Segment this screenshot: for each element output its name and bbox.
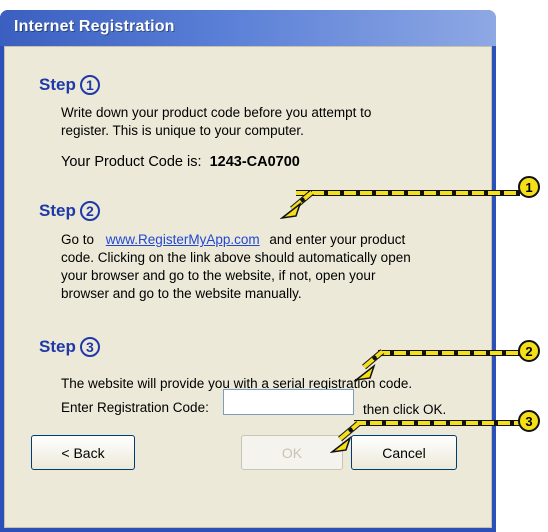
step1-number: 1 <box>79 75 100 95</box>
callout-marker-2: 2 <box>518 340 540 362</box>
callout-arrowhead-3 <box>330 436 352 454</box>
step1-line1: Write down your product code before you … <box>61 105 372 120</box>
registration-code-label: Enter Registration Code: <box>61 400 209 415</box>
callout-arrowhead-2 <box>354 364 376 382</box>
title-bar[interactable]: Internet Registration <box>0 10 496 46</box>
callout-line-1 <box>296 190 520 196</box>
step3-number: 3 <box>79 337 100 357</box>
step2-line4: browser and go to the website manually. <box>61 286 302 301</box>
dialog-body: Step 1 Write down your product code befo… <box>4 46 492 528</box>
ok-button[interactable]: OK <box>241 435 343 470</box>
cancel-button[interactable]: Cancel <box>351 435 457 470</box>
step3-label: Step <box>39 337 76 356</box>
window-title: Internet Registration <box>14 18 175 35</box>
product-code-label: Your Product Code is: <box>61 154 202 170</box>
back-button[interactable]: < Back <box>31 435 135 470</box>
step2-line1: Go to www.RegisterMyApp.com and enter yo… <box>61 231 405 249</box>
step3-heading: Step 3 <box>39 337 100 357</box>
product-code-value: 1243-CA0700 <box>209 154 300 170</box>
product-code-row: Your Product Code is: 1243-CA0700 <box>61 153 300 171</box>
callout-arrowhead-1 <box>280 202 302 220</box>
step1-label: Step <box>39 75 76 94</box>
step1-line2: register. This is unique to your compute… <box>61 123 304 138</box>
step2-line3: your browser and go to the website, if n… <box>61 268 376 283</box>
step2-label: Step <box>39 201 76 220</box>
callout-line-2 <box>378 350 520 356</box>
callout-marker-1: 1 <box>518 176 540 198</box>
callout-line-3 <box>354 420 520 426</box>
step2-heading: Step 2 <box>39 201 100 221</box>
step3-after-input: then click OK. <box>363 402 447 417</box>
register-link[interactable]: www.RegisterMyApp.com <box>106 232 260 247</box>
step2-goto-text: Go to <box>61 232 95 247</box>
step2-after-link: and enter your product <box>269 232 406 247</box>
callout-marker-3: 3 <box>518 410 540 432</box>
registration-code-input[interactable] <box>223 389 354 415</box>
step1-heading: Step 1 <box>39 75 100 95</box>
registration-dialog: Internet Registration Step 1 Write down … <box>0 10 496 532</box>
step2-number: 2 <box>79 201 100 221</box>
step2-line2: code. Clicking on the link above should … <box>61 250 411 265</box>
